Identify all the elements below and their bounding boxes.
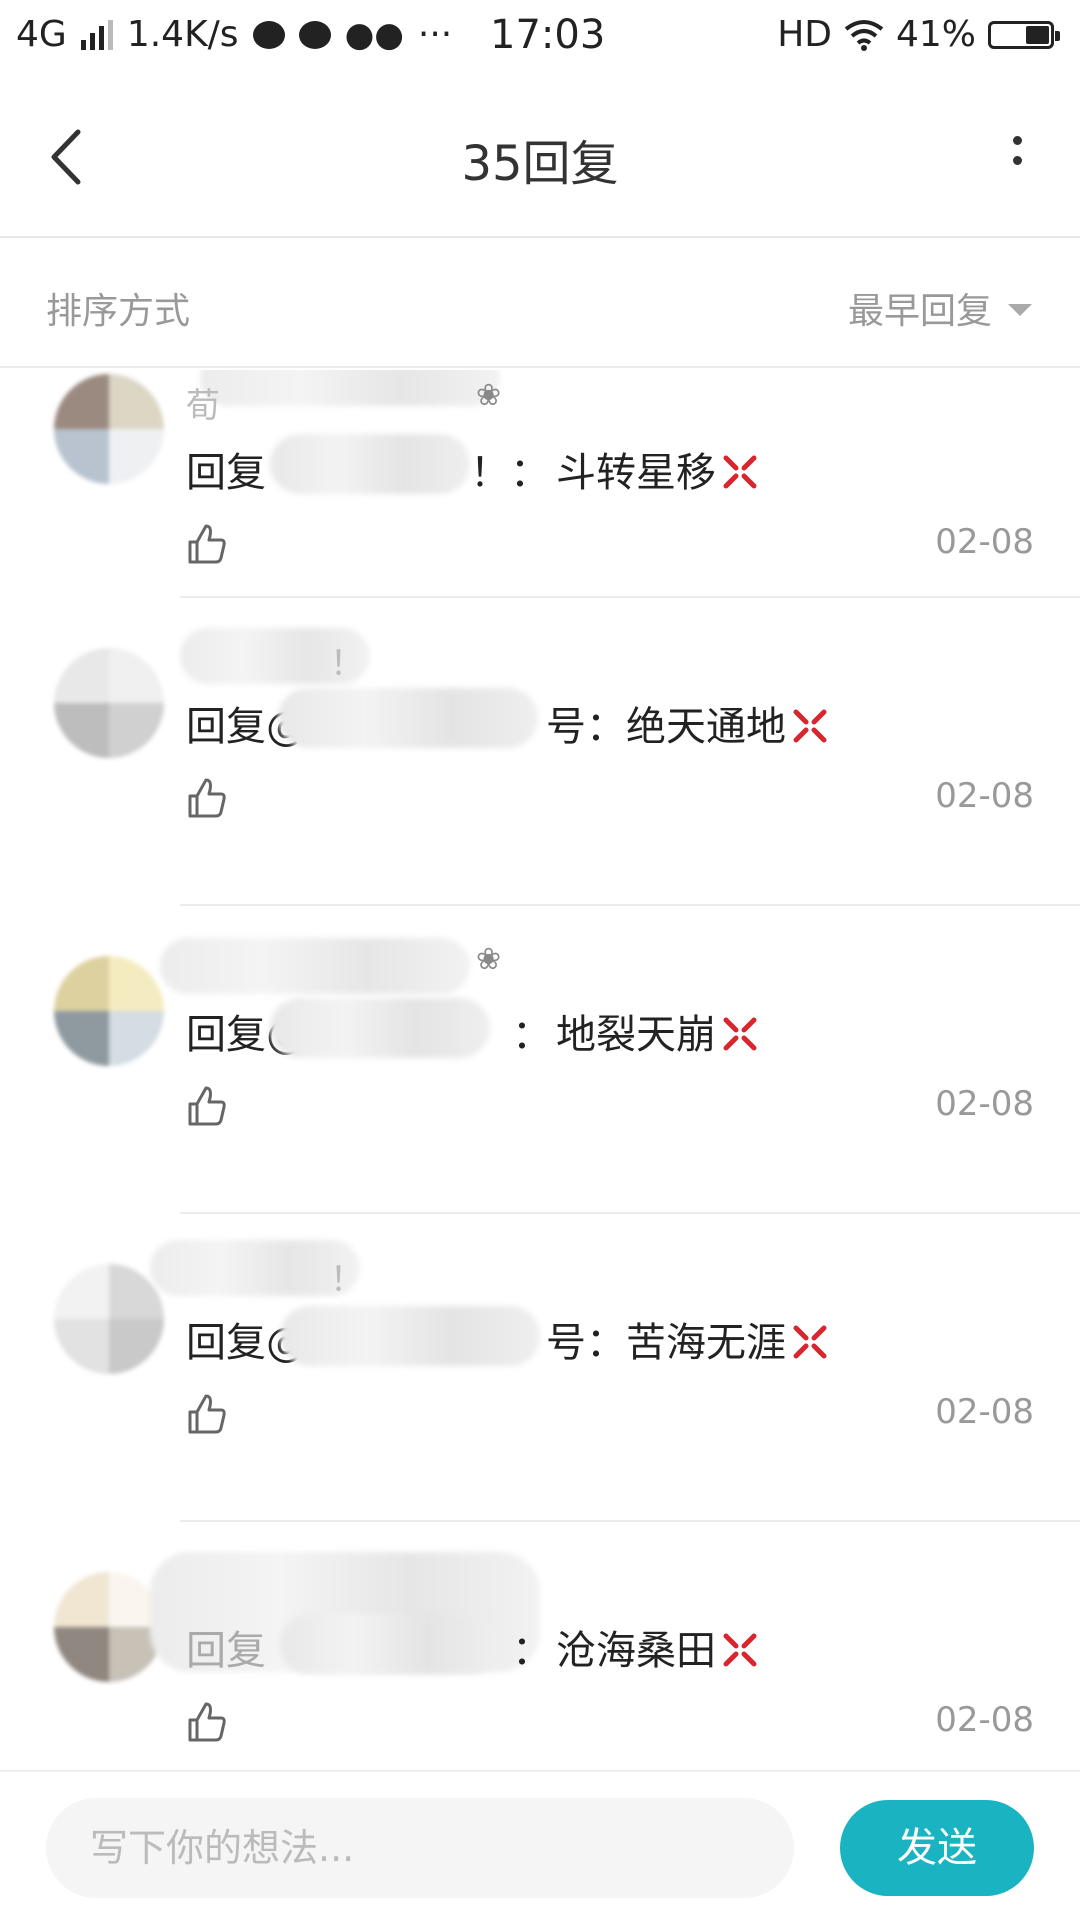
like-icon[interactable] <box>184 1084 228 1128</box>
reply-item: 回复 ： 沧海桑田 02-08 <box>0 1522 1080 1770</box>
more-notifications-icon: ··· <box>417 14 453 55</box>
reply-content: 苦海无涯 <box>626 1310 828 1368</box>
username-tail: ！ <box>330 644 364 684</box>
network-type: 4G <box>16 14 67 55</box>
anger-emoji-icon <box>723 1017 757 1051</box>
reply-content: 斗转星移 <box>556 440 758 498</box>
anger-emoji-icon <box>793 709 827 743</box>
reply-content-text: 斗转星移 <box>556 450 716 496</box>
reply-date: 02-08 <box>935 1084 1034 1124</box>
reply-prefix: 回复 <box>186 1628 266 1674</box>
reply-list[interactable]: 荀 ❀ 回复 ！： 斗转星移 02-08 ！ 回复@ 号： 绝天通地 02-08 <box>0 370 1080 1770</box>
battery-icon <box>988 20 1060 49</box>
network-speed: 1.4K/s <box>126 14 239 55</box>
badge-icon: ❀ <box>476 378 502 413</box>
avatar[interactable] <box>54 1264 164 1374</box>
reply-target-tail: ： <box>512 1012 552 1058</box>
status-right: HD 41% <box>777 14 1060 55</box>
reply-content-text: 地裂天崩 <box>556 1012 716 1058</box>
username-tail: ！ <box>330 1260 364 1300</box>
chevron-down-icon <box>1008 304 1032 316</box>
sort-dropdown[interactable]: 最早回复 <box>848 282 1032 334</box>
reply-date: 02-08 <box>935 1700 1034 1740</box>
nav-bar: 35回复 <box>0 76 1080 238</box>
reply-content-text: 苦海无涯 <box>626 1320 786 1366</box>
badge-icon: ❀ <box>476 942 502 977</box>
reply-content-text: 绝天通地 <box>626 704 786 750</box>
reply-item: 荀 ❀ 回复 ！： 斗转星移 02-08 <box>0 370 1080 598</box>
reply-content: 绝天通地 <box>626 694 828 752</box>
reply-target-tail: ！： <box>470 450 550 496</box>
wechat-icon: ●● <box>344 14 404 55</box>
battery-level <box>1026 25 1049 44</box>
reply-item: ！ 回复@ 号： 苦海无涯 02-08 <box>0 1214 1080 1522</box>
reply-target-redacted[interactable] <box>280 1306 540 1366</box>
avatar[interactable] <box>54 374 164 484</box>
reply-target-redacted[interactable] <box>280 1614 500 1674</box>
comment-input[interactable] <box>46 1798 794 1898</box>
wifi-icon <box>844 19 884 51</box>
anger-emoji-icon <box>723 1633 757 1667</box>
reply-target-tail: 号： <box>546 1320 626 1366</box>
reply-target-redacted[interactable] <box>278 688 538 748</box>
anger-emoji-icon <box>723 455 757 489</box>
reply-item: ！ 回复@ 号： 绝天通地 02-08 <box>0 598 1080 906</box>
reply-prefix: 回复 <box>186 450 266 496</box>
reply-content: 沧海桑田 <box>556 1618 758 1676</box>
reply-target-tail: ： <box>512 1628 552 1674</box>
username-tail: 荀 <box>186 386 220 426</box>
username-redacted[interactable] <box>160 938 470 994</box>
reply-date: 02-08 <box>935 1392 1034 1432</box>
signal-icon <box>80 19 113 50</box>
status-bar: 4G 1.4K/s ●● ··· 17:03 HD 41% <box>0 0 1080 76</box>
like-icon[interactable] <box>184 522 228 566</box>
reply-date: 02-08 <box>935 776 1034 816</box>
sort-label: 排序方式 <box>46 291 191 332</box>
composer-bar: 发送 <box>0 1770 1080 1920</box>
reply-content: 地裂天崩 <box>556 1002 758 1060</box>
sort-bar: 排序方式 最早回复 <box>0 240 1080 368</box>
reply-date: 02-08 <box>935 522 1034 562</box>
reply-target-tail: 号： <box>546 704 626 750</box>
page-title: 35回复 <box>461 136 619 192</box>
like-icon[interactable] <box>184 776 228 820</box>
reply-target-redacted[interactable] <box>270 998 490 1058</box>
avatar[interactable] <box>54 648 164 758</box>
reply-content-text: 沧海桑田 <box>556 1628 716 1674</box>
anger-emoji-icon <box>793 1325 827 1359</box>
status-time: 17:03 <box>490 12 606 58</box>
planet-icon <box>252 20 285 49</box>
avatar[interactable] <box>54 1572 164 1682</box>
reply-target-redacted[interactable] <box>270 434 470 494</box>
username-redacted[interactable] <box>150 1240 360 1296</box>
send-button[interactable]: 发送 <box>840 1800 1034 1896</box>
sort-selected-value: 最早回复 <box>847 291 992 332</box>
status-left: 4G 1.4K/s ●● ··· <box>16 14 452 55</box>
hd-indicator: HD <box>777 14 832 55</box>
chat-bubble-icon <box>298 20 331 49</box>
username-redacted[interactable] <box>200 370 500 406</box>
like-icon[interactable] <box>184 1392 228 1436</box>
more-options-icon[interactable] <box>1012 136 1022 176</box>
reply-item: ❀ 回复@ ： 地裂天崩 02-08 <box>0 906 1080 1214</box>
avatar[interactable] <box>54 956 164 1066</box>
battery-percent: 41% <box>895 14 976 55</box>
like-icon[interactable] <box>184 1700 228 1744</box>
